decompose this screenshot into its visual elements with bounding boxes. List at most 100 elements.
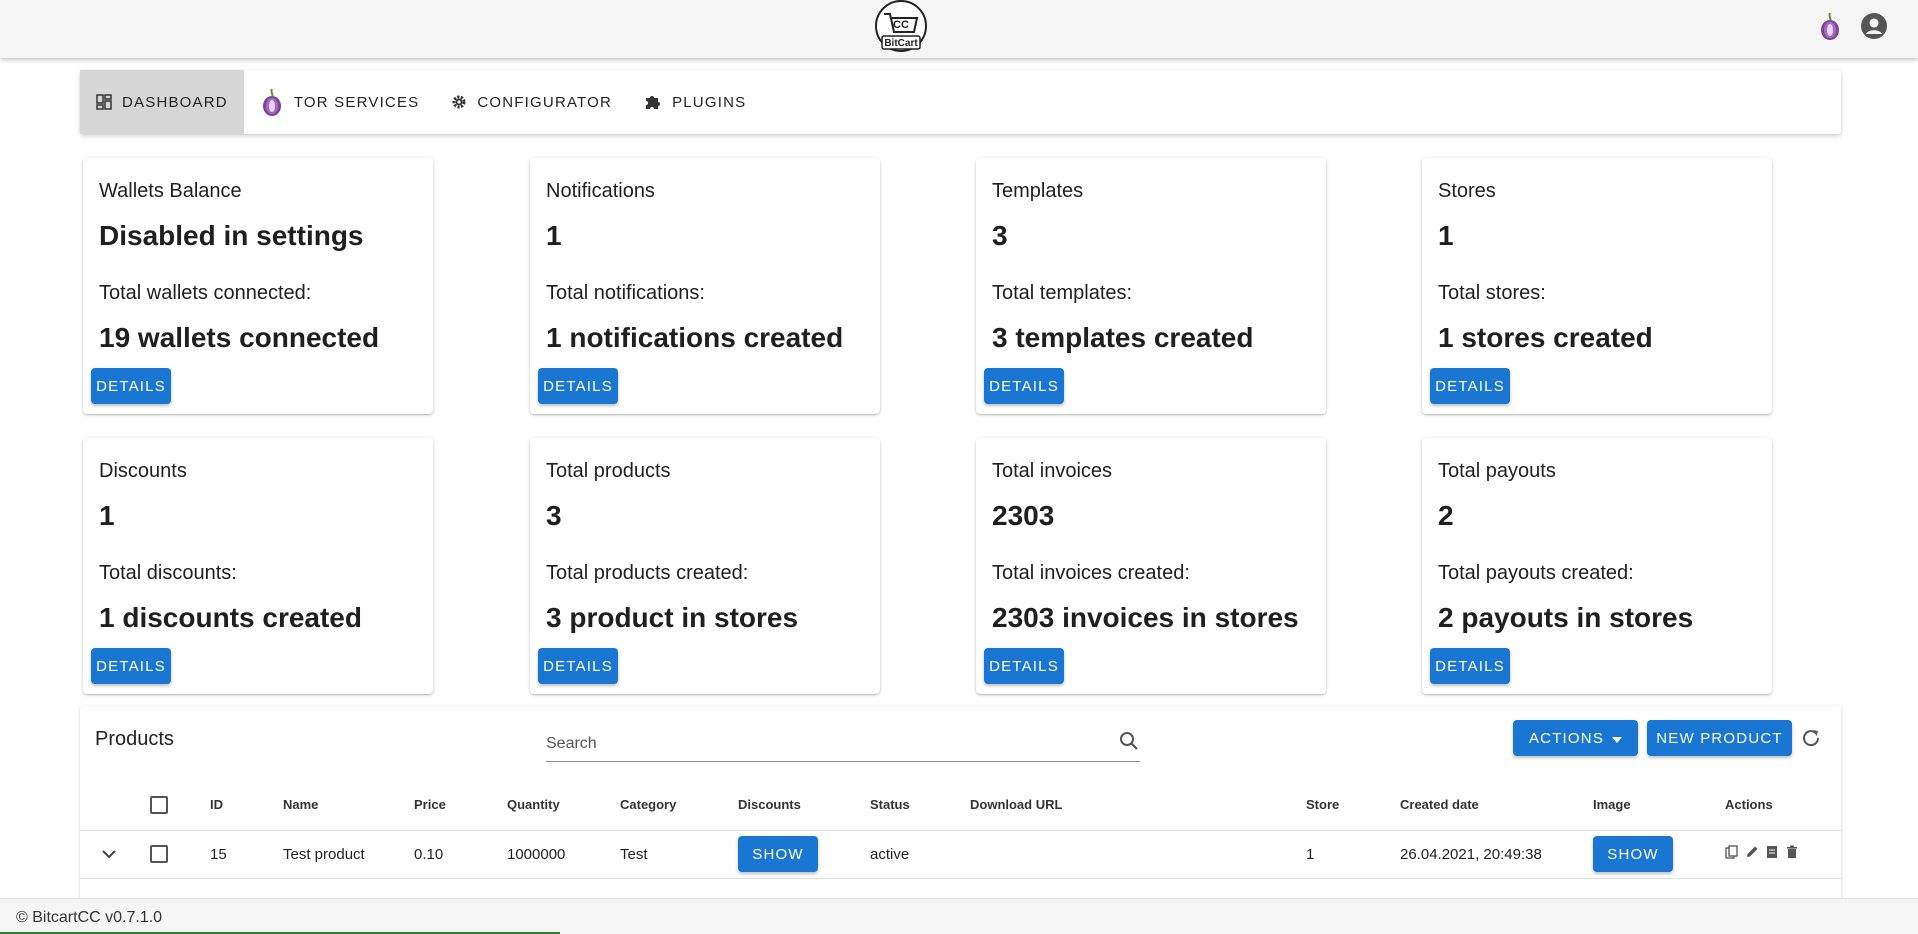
card-value: 3	[992, 220, 1008, 251]
copy-icon[interactable]	[1725, 845, 1739, 863]
details-button[interactable]: Details	[1430, 648, 1510, 684]
card-title: Wallets Balance	[99, 180, 242, 202]
cell-status: active	[870, 830, 970, 879]
actions-button-label: Actions	[1528, 729, 1605, 747]
cell-store: 1	[1306, 830, 1400, 879]
cell-name: Test product	[283, 830, 414, 879]
select-all-checkbox[interactable]	[150, 795, 168, 814]
details-button[interactable]: Details	[984, 648, 1064, 684]
card-value: 1	[99, 500, 115, 531]
column-header-store[interactable]: Store	[1306, 780, 1400, 831]
card-title: Notifications	[546, 180, 655, 202]
tab-configurator[interactable]: Configurator	[435, 70, 628, 134]
column-header-name[interactable]: Name	[283, 780, 414, 831]
card-total-payouts: Total payouts 2 Total payouts created: 2…	[1422, 438, 1772, 694]
chevron-down-icon[interactable]	[102, 846, 116, 863]
card-subvalue: 1 discounts created	[99, 602, 362, 633]
chevron-down-icon	[1612, 730, 1623, 747]
select-cell	[150, 830, 210, 879]
card-subtitle: Total wallets connected:	[99, 282, 312, 304]
details-button[interactable]: Details	[1430, 368, 1510, 404]
details-button[interactable]: Details	[538, 368, 618, 404]
table-row: 15 Test product 0.10 1000000 Test Show a…	[80, 830, 1841, 879]
cell-created-date: 26.04.2021, 20:49:38	[1400, 830, 1593, 879]
card-subtitle: Total notifications:	[546, 282, 705, 304]
cell-actions	[1725, 830, 1841, 879]
products-title: Products	[95, 728, 174, 750]
details-button[interactable]: Details	[538, 648, 618, 684]
card-subtitle: Total payouts created:	[1438, 562, 1634, 584]
show-discounts-button[interactable]: Show	[738, 836, 818, 872]
account-icon[interactable]	[1856, 8, 1892, 44]
details-icon[interactable]	[1765, 845, 1779, 863]
column-header-price[interactable]: Price	[414, 780, 507, 831]
card-total-invoices: Total invoices 2303 Total invoices creat…	[976, 438, 1326, 694]
products-table: ID Name Price Quantity Category Discount…	[80, 780, 1841, 879]
card-title: Total products	[546, 460, 671, 482]
actions-button[interactable]: Actions	[1513, 720, 1638, 756]
moon-icon[interactable]	[1896, 8, 1918, 44]
details-button[interactable]: Details	[91, 648, 171, 684]
card-notifications: Notifications 1 Total notifications: 1 n…	[530, 158, 880, 414]
card-subtitle: Total templates:	[992, 282, 1133, 304]
tab-dashboard-label: Dashboard	[122, 93, 228, 111]
expand-cell	[80, 830, 150, 879]
card-value: 2303	[992, 500, 1055, 531]
column-header-status[interactable]: Status	[870, 780, 970, 831]
card-subvalue: 3 product in stores	[546, 602, 799, 633]
search-input[interactable]	[546, 732, 1086, 756]
show-image-button[interactable]: Show	[1593, 836, 1673, 872]
card-subvalue: 1 notifications created	[546, 322, 844, 353]
cell-category: Test	[620, 830, 738, 879]
card-subvalue: 2303 invoices in stores	[992, 602, 1299, 633]
search-field	[546, 724, 1140, 762]
column-header-quantity[interactable]: Quantity	[507, 780, 620, 831]
delete-icon[interactable]	[1785, 845, 1799, 863]
column-header-actions: Actions	[1725, 780, 1841, 831]
tor-onion-icon	[262, 88, 281, 116]
details-button[interactable]: Details	[91, 368, 171, 404]
column-header-id[interactable]: ID	[210, 780, 283, 831]
app-bar: CC BitCart	[0, 0, 1918, 58]
card-subtitle: Total invoices created:	[992, 562, 1190, 584]
row-checkbox[interactable]	[150, 845, 168, 864]
column-header-discounts[interactable]: Discounts	[738, 780, 870, 831]
card-subvalue: 19 wallets connected	[99, 322, 380, 353]
card-subvalue: 1 stores created	[1438, 322, 1653, 353]
expand-column-header	[80, 780, 150, 831]
search-icon[interactable]	[1118, 730, 1140, 757]
card-title: Stores	[1438, 180, 1496, 202]
card-value: 2	[1438, 500, 1454, 531]
cell-image: Show	[1593, 830, 1725, 879]
column-header-image[interactable]: Image	[1593, 780, 1725, 831]
card-value: 1	[1438, 220, 1454, 251]
svg-text:BitCart: BitCart	[884, 38, 918, 49]
column-header-created-date[interactable]: Created date	[1400, 780, 1593, 831]
refresh-icon[interactable]	[1799, 726, 1823, 755]
footer-version: © BitcartCC v0.7.1.0	[16, 909, 163, 926]
tab-tor-services-label: Tor Services	[293, 93, 420, 111]
card-stores: Stores 1 Total stores: 1 stores created …	[1422, 158, 1772, 414]
card-subtitle: Total discounts:	[99, 562, 237, 584]
details-button[interactable]: Details	[984, 368, 1064, 404]
tab-plugins-label: Plugins	[672, 93, 747, 111]
edit-icon[interactable]	[1745, 845, 1759, 863]
card-subtitle: Total stores:	[1438, 282, 1546, 304]
bitcart-logo[interactable]: CC BitCart	[870, 0, 932, 54]
tab-dashboard[interactable]: Dashboard	[80, 70, 244, 134]
column-header-category[interactable]: Category	[620, 780, 738, 831]
tor-onion-icon[interactable]	[1812, 8, 1848, 44]
card-value: 3	[546, 500, 562, 531]
tab-tor-services[interactable]: Tor Services	[244, 70, 436, 134]
new-product-button[interactable]: New Product	[1647, 720, 1792, 756]
tab-plugins[interactable]: Plugins	[628, 70, 762, 134]
card-title: Total invoices	[992, 460, 1113, 482]
select-all-cell	[150, 780, 210, 831]
column-header-download-url[interactable]: Download URL	[970, 780, 1306, 831]
app-bar-actions	[1804, 8, 1918, 44]
svg-text:CC: CC	[893, 19, 909, 31]
cell-price: 0.10	[414, 830, 507, 879]
cell-download-url	[970, 830, 1306, 879]
card-title: Discounts	[99, 460, 187, 482]
card-wallets-balance: Wallets Balance Disabled in settings Tot…	[83, 158, 433, 414]
